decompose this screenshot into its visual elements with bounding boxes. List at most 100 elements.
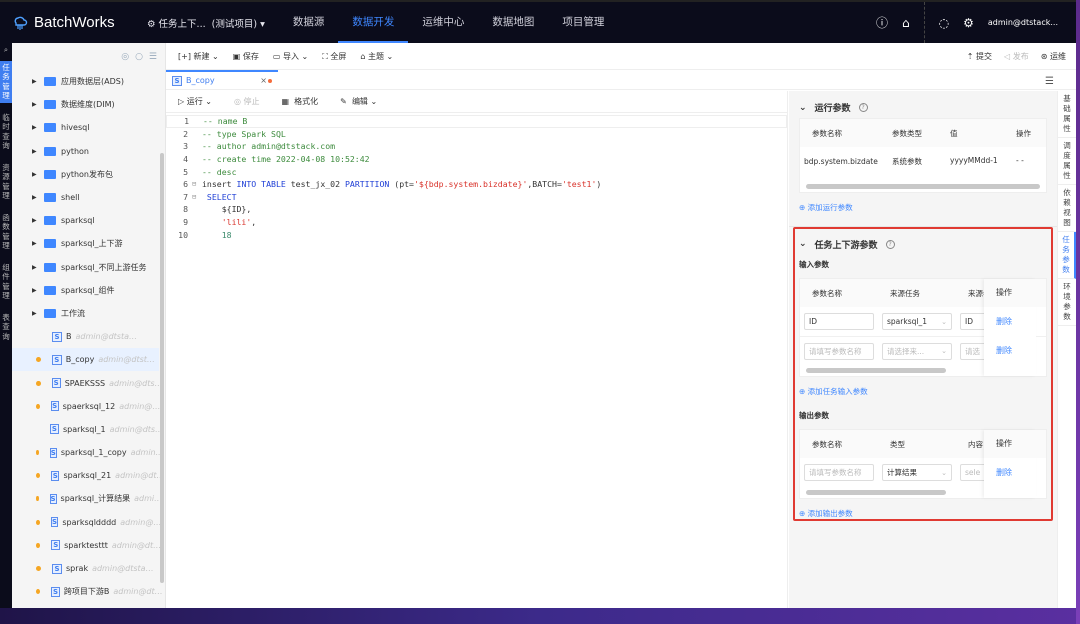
- sql-file-icon: S: [49, 447, 57, 458]
- locate-icon[interactable]: ◎: [121, 52, 129, 62]
- message-icon[interactable]: ◌: [939, 16, 949, 30]
- rail-item[interactable]: 函数管理: [0, 211, 12, 253]
- line-number: 1: [184, 116, 189, 127]
- edit-button[interactable]: ✎ 编辑 ⌄: [340, 96, 377, 107]
- rail-item[interactable]: 组件管理: [0, 261, 12, 303]
- nav-item[interactable]: 数据地图: [478, 2, 548, 43]
- rail-item[interactable]: 表查询: [0, 311, 12, 344]
- tree-file[interactable]: Ssparksql_1_copy admin...: [12, 441, 165, 464]
- sql-file-icon: S: [50, 517, 59, 528]
- tree-file[interactable]: Sspaerksql_12 admin@dt...: [12, 395, 165, 418]
- tree-file[interactable]: S SPAEKSSS admin@dtsta...: [12, 371, 165, 394]
- vtab[interactable]: 基础属性: [1058, 91, 1076, 138]
- tree-folder[interactable]: ▶ 工作流: [12, 302, 165, 325]
- tree-file[interactable]: Ssparktestttadmin@dtsta...: [12, 534, 165, 557]
- sql-file-icon: S: [49, 493, 57, 504]
- stop-button[interactable]: ◎ 停止: [234, 96, 260, 107]
- tree-folder[interactable]: ▶ sparksql_组件: [12, 279, 165, 302]
- tree-scrollbar[interactable]: [160, 153, 164, 583]
- code-token: ,BATCH=: [527, 179, 562, 190]
- rail-item[interactable]: 任务管理: [0, 60, 12, 103]
- caret-right-icon[interactable]: ▶: [32, 78, 44, 85]
- caret-right-icon[interactable]: ▶: [32, 287, 44, 294]
- save-button[interactable]: ▣ 保存: [233, 51, 259, 62]
- file-name: sparktesttt: [64, 540, 108, 550]
- project-selector[interactable]: ⚙ 任务上下... (测试项目) ▾: [147, 16, 265, 30]
- tree-file[interactable]: Ssparksqldddd admin@dt...: [12, 511, 165, 534]
- user-menu[interactable]: admin@dtstack...: [988, 18, 1058, 27]
- tree-folder[interactable]: ▶ shell: [12, 186, 165, 209]
- folder-name: 工作流: [61, 308, 85, 318]
- tree-folder[interactable]: ▶ python发布包: [12, 163, 165, 186]
- horizontal-scrollbar[interactable]: [806, 184, 1040, 189]
- tab-b-copy[interactable]: S B_copy ×: [166, 70, 278, 89]
- submit-button[interactable]: ⇡ 提交: [967, 51, 992, 62]
- vtab[interactable]: 任务参数: [1058, 232, 1076, 279]
- publish-label: 发布: [1012, 51, 1029, 61]
- publish-button[interactable]: ◁ 发布: [1004, 51, 1029, 62]
- fullscreen-button[interactable]: ⛶ 全屏: [322, 51, 346, 62]
- caret-right-icon[interactable]: ▶: [32, 101, 44, 108]
- tree-file[interactable]: SB_copyadmin@dtstack...: [12, 348, 159, 372]
- tree-folder[interactable]: ▶ python: [12, 140, 165, 163]
- folder-icon: [44, 169, 56, 179]
- tree-folder[interactable]: ▶ sparksql_上下游: [12, 232, 165, 255]
- settings-gear-icon[interactable]: ⚙: [963, 16, 974, 30]
- tree-file[interactable]: S 跨项目下游B admin@dtst...: [12, 580, 165, 603]
- import-button[interactable]: ▭ 导入 ⌄: [273, 51, 308, 62]
- logo[interactable]: BatchWorks: [12, 14, 147, 31]
- tree-file[interactable]: SBadmin@dtstack.com 锁...: [12, 325, 165, 348]
- tree-folder[interactable]: ▶ sparksql_不同上游任务: [12, 256, 165, 279]
- unsaved-dot: [268, 79, 272, 83]
- tree-folder[interactable]: ▶ hivesql: [12, 116, 165, 139]
- caret-right-icon[interactable]: ▶: [32, 124, 44, 131]
- new-button[interactable]: [+] 新建 ⌄: [178, 51, 219, 62]
- add-run-param-link[interactable]: ⊕ 添加运行参数: [789, 193, 1057, 222]
- nav-item[interactable]: 运维中心: [408, 2, 478, 43]
- tree-folder[interactable]: ▶ 数据维度(DIM): [12, 93, 165, 116]
- tree-folder[interactable]: ▶ sparksql: [12, 209, 165, 232]
- nav-item[interactable]: 数据开发: [338, 2, 409, 43]
- theme-button[interactable]: ⌂ 主题 ⌄: [360, 51, 393, 62]
- caret-right-icon[interactable]: ▶: [32, 171, 44, 178]
- tree-file[interactable]: Ssparksql_21admin@dtst...: [12, 464, 165, 487]
- vtab[interactable]: 调度属性: [1058, 138, 1076, 185]
- close-tab-icon[interactable]: ×: [260, 76, 272, 85]
- home-icon[interactable]: ⌂: [902, 16, 910, 30]
- format-button[interactable]: ▦ 格式化: [281, 96, 318, 107]
- vtab[interactable]: 依赖视图: [1058, 185, 1076, 232]
- tree-folder[interactable]: ▶ 应用数据层(ADS): [12, 70, 165, 93]
- caret-right-icon[interactable]: ▶: [32, 148, 44, 155]
- caret-right-icon[interactable]: ▶: [32, 264, 44, 271]
- desktop-background: [0, 608, 1080, 624]
- caret-right-icon[interactable]: ▶: [32, 194, 44, 201]
- caret-right-icon[interactable]: ▶: [32, 240, 44, 247]
- theme-label: 主题: [368, 51, 384, 61]
- code-line: 2 -- type Spark SQL: [166, 128, 787, 141]
- caret-right-icon[interactable]: ▶: [32, 217, 44, 224]
- list-icon[interactable]: ☰: [149, 52, 157, 62]
- ops-button[interactable]: ⊛ 运维: [1041, 51, 1066, 62]
- help-icon[interactable]: ⓘ: [876, 14, 888, 31]
- nav-item[interactable]: 数据源: [279, 2, 339, 43]
- run-button[interactable]: ▷ 运行 ⌄: [178, 96, 212, 107]
- refresh-icon[interactable]: ○: [135, 52, 143, 62]
- rail-item[interactable]: 临时查询: [0, 111, 12, 153]
- line-number: 7: [183, 191, 188, 202]
- tree-file[interactable]: Ssprakadmin@dtstack.co...: [12, 557, 165, 580]
- tree-file[interactable]: Ssparksql_计算结果 admin...: [12, 487, 165, 510]
- tree-file[interactable]: Ssparksql_1 admin@dtsta...: [12, 418, 165, 441]
- fullscreen-label: 全屏: [330, 51, 347, 61]
- sql-editor[interactable]: ▷ 运行 ⌄ ◎ 停止 ▦ 格式化 ✎ 编辑 ⌄ 1 -- name B 2 -- t…: [166, 91, 788, 608]
- rail-item[interactable]: 资源管理: [0, 161, 12, 203]
- file-name: sprak: [66, 564, 89, 574]
- code-line: 7 ⊟ SELECT: [166, 191, 787, 204]
- help-icon[interactable]: ?: [858, 103, 868, 112]
- vtab[interactable]: 环境参数: [1058, 279, 1076, 326]
- search-icon[interactable]: ⌕: [0, 43, 12, 57]
- caret-right-icon[interactable]: ▶: [32, 310, 44, 317]
- nav-item[interactable]: 项目管理: [548, 2, 618, 43]
- list-icon[interactable]: ☰: [1045, 76, 1054, 87]
- folder-name: python发布包: [61, 169, 113, 179]
- run-params-header[interactable]: ⌄ 运行参数?: [789, 91, 1057, 115]
